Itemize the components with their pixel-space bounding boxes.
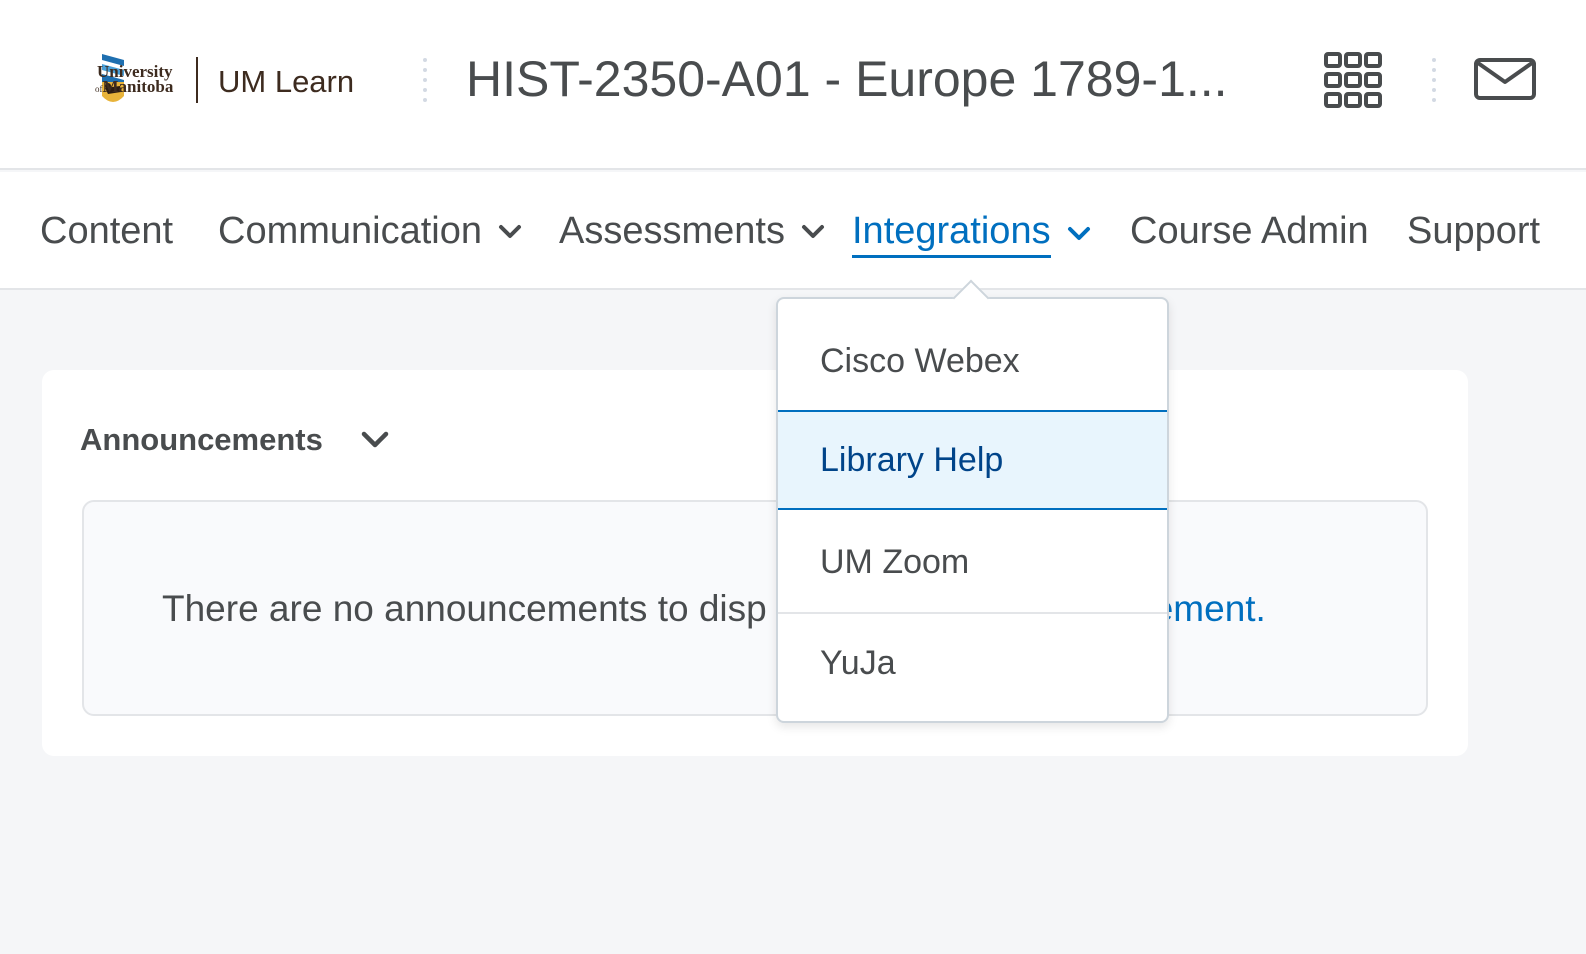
menu-item-label: Library Help <box>820 440 1004 479</box>
menu-item-label: UM Zoom <box>820 542 970 581</box>
chevron-down-icon <box>499 224 521 238</box>
chevron-down-icon <box>801 224 824 238</box>
widget-title: Announcements <box>80 422 323 457</box>
nav-label: Content <box>40 210 174 252</box>
announcements-widget: Announcements There are no announcements… <box>42 370 1468 756</box>
menu-item-label: Cisco Webex <box>820 341 1020 380</box>
create-announcement-link[interactable]: ement. <box>1153 588 1266 629</box>
nav-label: Communication <box>218 210 482 252</box>
chevron-down-icon <box>1067 227 1090 240</box>
nav-item-integrations[interactable]: Integrations <box>852 210 1091 258</box>
top-header: University ofManitoba UM Learn HIST-2350… <box>0 0 1586 170</box>
course-title[interactable]: HIST-2350-A01 - Europe 1789-1... <box>466 50 1228 108</box>
integrations-dropdown-menu: Cisco Webex Library Help UM Zoom YuJa <box>776 279 1169 723</box>
menu-item-yuja[interactable]: YuJa <box>778 612 1167 712</box>
nav-item-course-admin[interactable]: Course Admin <box>1130 210 1369 253</box>
empty-state-box: There are no announcements to disp ement. <box>82 500 1428 716</box>
logo-line2: ofManitoba <box>95 77 174 96</box>
menu-item-um-zoom[interactable]: UM Zoom <box>778 512 1167 612</box>
mail-icon[interactable] <box>1474 58 1536 100</box>
nav-label: Support <box>1407 210 1541 252</box>
menu-item-library-help[interactable]: Library Help <box>778 410 1167 510</box>
menu-item-cisco-webex[interactable]: Cisco Webex <box>778 311 1167 411</box>
logo-divider <box>196 57 198 103</box>
nav-label: Integrations <box>852 210 1051 258</box>
nav-label: Course Admin <box>1130 210 1369 252</box>
header-separator <box>1432 58 1436 106</box>
nav-item-content[interactable]: Content <box>40 210 173 253</box>
nav-item-communication[interactable]: Communication <box>218 210 522 253</box>
widget-header: Announcements <box>80 422 389 458</box>
nav-label: Assessments <box>559 210 785 252</box>
app-name[interactable]: UM Learn <box>218 64 354 100</box>
chevron-down-icon[interactable] <box>361 431 389 449</box>
nav-item-assessments[interactable]: Assessments <box>559 210 825 253</box>
empty-message: There are no announcements to disp <box>162 588 767 629</box>
university-wordmark[interactable]: University ofManitoba <box>95 63 174 97</box>
nav-item-support[interactable]: Support <box>1407 210 1540 253</box>
menu-item-label: YuJa <box>820 643 896 682</box>
course-navbar: Content Communication Assessments Integr… <box>0 172 1586 290</box>
header-separator <box>423 58 427 106</box>
waffle-grid-icon[interactable] <box>1324 52 1382 108</box>
